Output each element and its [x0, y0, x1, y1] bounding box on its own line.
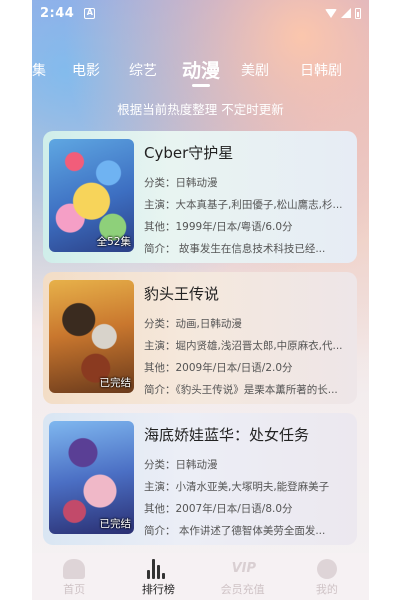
active-tab-indicator — [192, 84, 210, 87]
show-card[interactable]: 全52集 Cyber守护星 分类：日韩动漫 主演：大本真基子,利田優子,松山鷹志… — [43, 131, 357, 263]
status-time: 2:44 — [40, 5, 75, 21]
show-card[interactable]: 已完结 海底娇娃蓝华：处女任务 分类：日韩动漫 主演：小清水亚美,大塚明夫,能登… — [43, 413, 357, 545]
tab-variety[interactable]: 综艺 — [129, 60, 157, 80]
show-info: Cyber守护星 分类：日韩动漫 主演：大本真基子,利田優子,松山鷹志,杉...… — [144, 139, 354, 263]
home-icon — [63, 559, 86, 579]
poster-image[interactable]: 全52集 — [49, 139, 134, 252]
show-title[interactable]: 海底娇娃蓝华：处女任务 — [144, 424, 354, 445]
poster-image[interactable]: 已完结 — [49, 421, 134, 534]
show-cast: 主演：堀内贤雄,浅沼晋太郎,中原麻衣,代... — [144, 340, 343, 352]
nav-profile[interactable]: 我的 — [285, 553, 369, 600]
nav-vip-label: 会员充值 — [220, 583, 265, 596]
tab-series[interactable]: 集 — [32, 60, 46, 80]
status-bar: 2:44 A — [32, 0, 369, 26]
bottom-navigation: 首页 排行榜 VIP 会员充值 我的 — [32, 553, 369, 600]
show-category: 分类：动画,日韩动漫 — [144, 318, 242, 330]
tab-jk-drama[interactable]: 日韩剧 — [300, 60, 342, 80]
show-category: 分类：日韩动漫 — [144, 177, 218, 189]
signal-icon — [341, 8, 351, 18]
tab-anime[interactable]: 动漫 — [182, 56, 220, 83]
episode-badge: 全52集 — [96, 236, 131, 248]
show-intro: 简介：《豹头王传说》是栗本薰所著的长... — [144, 384, 338, 396]
nav-ranking[interactable]: 排行榜 — [116, 553, 200, 600]
nav-vip[interactable]: VIP 会员充值 — [201, 553, 285, 600]
show-intro: 简介： 故事发生在信息技术科技已经... — [144, 243, 326, 255]
wifi-icon — [325, 8, 337, 18]
nav-profile-label: 我的 — [315, 583, 338, 596]
nav-home[interactable]: 首页 — [32, 553, 116, 600]
show-other: 其他：1999年/日本/粤语/6.0分 — [144, 221, 293, 233]
episode-badge: 已完结 — [99, 377, 132, 389]
show-cast: 主演：大本真基子,利田優子,松山鷹志,杉... — [144, 199, 343, 211]
show-intro: 简介： 本作讲述了德智体美劳全面发... — [144, 525, 326, 537]
show-info: 海底娇娃蓝华：处女任务 分类：日韩动漫 主演：小清水亚美,大塚明夫,能登麻美子 … — [144, 421, 354, 545]
status-icons — [325, 7, 361, 19]
notification-icon: A — [84, 7, 96, 19]
tab-movies[interactable]: 电影 — [72, 60, 100, 80]
ranking-subtitle: 根据当前热度整理 不定时更新 — [117, 102, 284, 117]
app-screen: 2:44 A 集 电影 综艺 动漫 美剧 日韩剧 根据当前热度整理 不定时更新 … — [32, 0, 369, 600]
profile-icon — [316, 559, 337, 579]
nav-ranking-label: 排行榜 — [141, 583, 175, 596]
show-other: 其他：2007年/日本/日语/8.0分 — [144, 503, 293, 515]
show-category: 分类：日韩动漫 — [144, 459, 218, 471]
nav-home-label: 首页 — [63, 583, 86, 596]
show-title[interactable]: 豹头王传说 — [144, 283, 354, 304]
poster-image[interactable]: 已完结 — [49, 280, 134, 393]
show-info: 豹头王传说 分类：动画,日韩动漫 主演：堀内贤雄,浅沼晋太郎,中原麻衣,代...… — [144, 280, 354, 404]
show-other: 其他：2009年/日本/日语/2.0分 — [144, 362, 293, 374]
tab-us-drama[interactable]: 美剧 — [241, 60, 269, 80]
episode-badge: 已完结 — [99, 518, 132, 530]
show-cast: 主演：小清水亚美,大塚明夫,能登麻美子 — [144, 481, 330, 493]
show-card[interactable]: 已完结 豹头王传说 分类：动画,日韩动漫 主演：堀内贤雄,浅沼晋太郎,中原麻衣,… — [43, 272, 357, 404]
battery-icon — [355, 7, 361, 19]
ranking-icon — [147, 559, 169, 579]
show-title[interactable]: Cyber守护星 — [144, 142, 354, 163]
vip-icon: VIP — [231, 561, 257, 576]
